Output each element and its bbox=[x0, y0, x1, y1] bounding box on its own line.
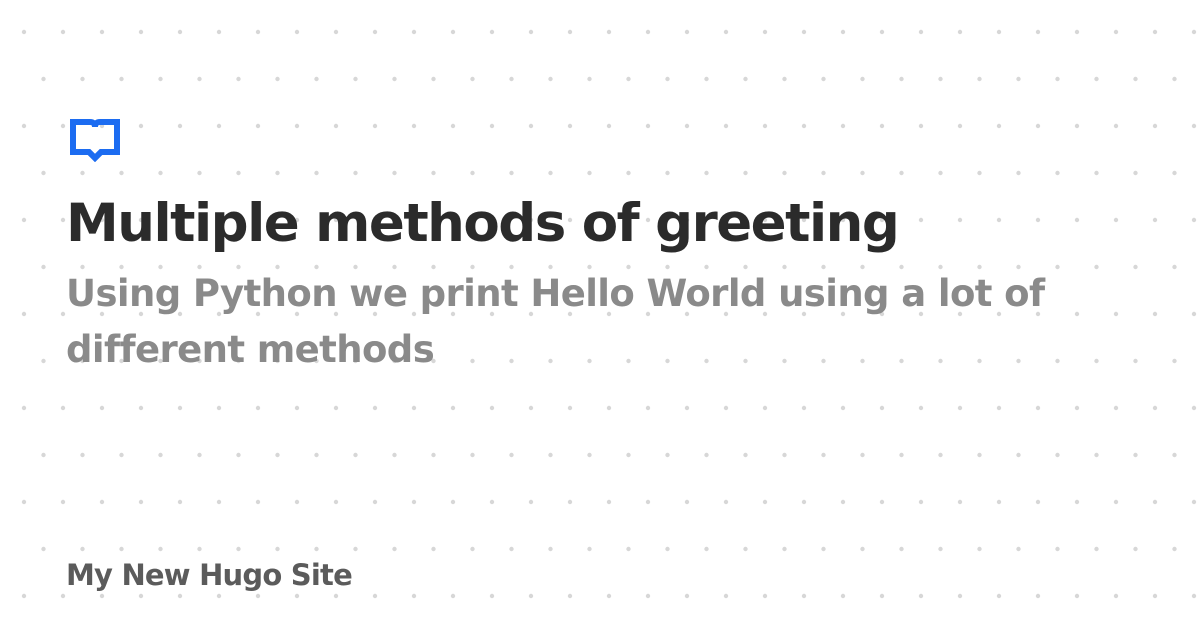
social-card: Multiple methods of greeting Using Pytho… bbox=[66, 0, 1176, 630]
pattern-dot bbox=[1191, 593, 1197, 599]
pattern-dot bbox=[60, 29, 66, 35]
pattern-dot bbox=[1191, 123, 1197, 129]
pattern-dot bbox=[1191, 29, 1197, 35]
pattern-dot bbox=[1191, 499, 1197, 505]
page-title: Multiple methods of greeting bbox=[66, 193, 900, 254]
book-icon-outline bbox=[70, 119, 120, 162]
pattern-dot bbox=[60, 217, 66, 223]
pattern-dot bbox=[60, 499, 66, 505]
pattern-dot bbox=[41, 452, 46, 458]
book-icon bbox=[70, 119, 120, 162]
pattern-dot bbox=[1191, 217, 1197, 223]
pattern-dot bbox=[60, 123, 66, 129]
pattern-dot bbox=[60, 405, 66, 411]
pattern-dot bbox=[60, 311, 66, 317]
page-description: Using Python we print Hello World using … bbox=[66, 272, 1045, 371]
pattern-dot bbox=[41, 170, 46, 176]
pattern-dot bbox=[21, 405, 27, 411]
pattern-dot bbox=[21, 499, 27, 505]
pattern-dot bbox=[41, 76, 46, 82]
pattern-dot bbox=[1191, 405, 1197, 411]
pattern-dot bbox=[21, 29, 27, 35]
pattern-dot bbox=[21, 311, 27, 317]
pattern-dot bbox=[41, 264, 46, 270]
pattern-dot bbox=[21, 593, 27, 599]
pattern-dot bbox=[21, 217, 27, 223]
pattern-dot bbox=[1191, 311, 1197, 317]
pattern-dot bbox=[21, 123, 27, 129]
pattern-dot bbox=[41, 546, 46, 552]
site-name: My New Hugo Site bbox=[66, 558, 353, 592]
pattern-dot bbox=[41, 358, 46, 364]
pattern-dot bbox=[60, 593, 66, 599]
